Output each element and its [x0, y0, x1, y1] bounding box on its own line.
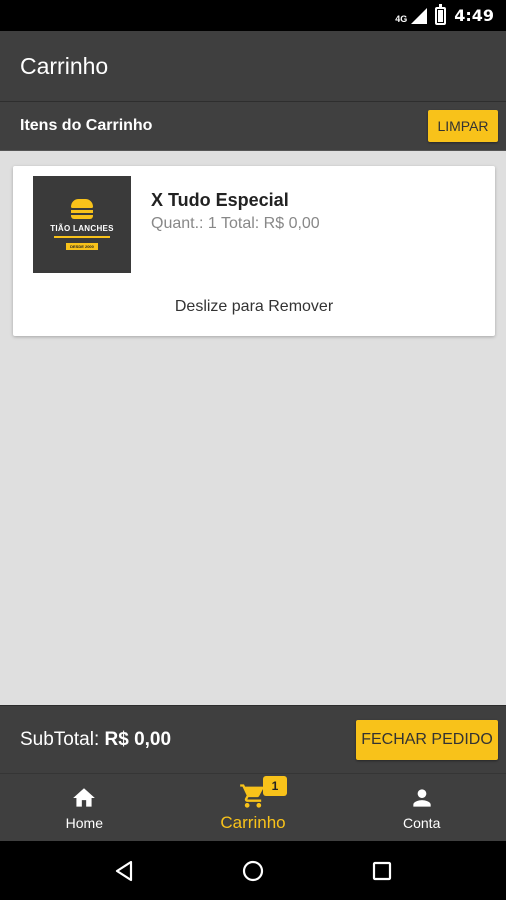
finish-order-button[interactable]: FECHAR PEDIDO — [356, 719, 498, 760]
item-details: Quant.: 1 Total: R$ 0,00 — [151, 215, 320, 232]
subtotal-bar: SubTotal: R$ 0,00 FECHAR PEDIDO — [0, 705, 506, 773]
page-title: Carrinho — [20, 52, 109, 79]
status-time: 4:49 — [454, 6, 494, 25]
bottom-nav: Home 1 Carrinho Conta — [0, 773, 506, 841]
home-icon — [71, 784, 97, 812]
recents-icon[interactable] — [370, 859, 394, 883]
cart-item-card[interactable]: TIÃO LANCHES DESDE 2000 X Tudo Especial … — [13, 166, 495, 336]
status-bar: 4G 4:49 — [0, 0, 506, 31]
nav-item-home[interactable]: Home — [0, 774, 169, 841]
cart-count-badge: 1 — [263, 776, 287, 796]
subtotal-label: SubTotal: — [20, 728, 100, 750]
nav-item-cart[interactable]: 1 Carrinho — [169, 774, 338, 841]
signal-icon — [411, 7, 428, 24]
nav-label-home: Home — [65, 815, 104, 831]
swipe-hint: Deslize para Remover — [174, 298, 334, 315]
battery-icon — [435, 3, 447, 25]
subtotal-value: R$ 0,00 — [104, 728, 172, 750]
person-icon — [409, 784, 435, 812]
logo-divider — [54, 236, 110, 238]
burger-icon — [71, 199, 93, 219]
signal-indicator: 4G — [395, 7, 428, 24]
network-type: 4G — [395, 13, 408, 24]
nav-item-account[interactable]: Conta — [337, 774, 506, 841]
logo-badge: DESDE 2000 — [66, 243, 98, 250]
system-nav-bar — [0, 841, 506, 900]
clear-cart-button[interactable]: LIMPAR — [428, 110, 498, 142]
cart-header-title: Itens do Carrinho — [20, 117, 153, 134]
subtotal: SubTotal: R$ 0,00 — [20, 729, 171, 751]
nav-label-cart: Carrinho — [220, 813, 286, 832]
logo-name: TIÃO LANCHES — [50, 224, 114, 233]
item-name: X Tudo Especial — [151, 190, 289, 210]
home-circle-icon[interactable] — [241, 859, 265, 883]
back-icon[interactable] — [112, 859, 136, 883]
cart-header: Itens do Carrinho LIMPAR — [0, 101, 506, 151]
cart-icon: 1 — [239, 776, 287, 810]
item-thumbnail: TIÃO LANCHES DESDE 2000 — [33, 176, 131, 273]
app-bar: Carrinho — [0, 31, 506, 101]
nav-label-account: Conta — [403, 815, 441, 831]
